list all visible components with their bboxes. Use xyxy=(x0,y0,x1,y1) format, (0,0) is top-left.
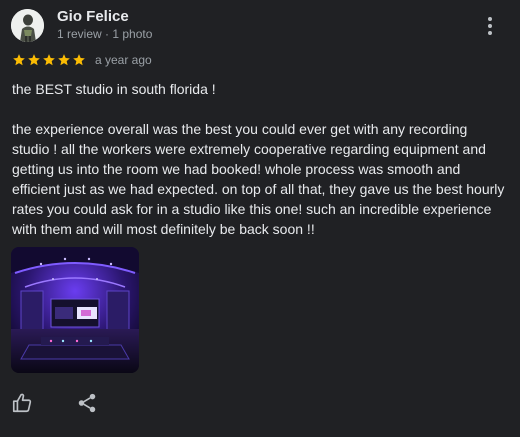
star-icon xyxy=(58,54,70,66)
review-paragraph-2: the experience overall was the best you … xyxy=(12,121,505,237)
studio-photo-image xyxy=(11,247,139,373)
star-icon xyxy=(13,54,25,66)
review-paragraph-1: the BEST studio in south florida ! xyxy=(12,81,216,97)
review-text: the BEST studio in south florida ! the e… xyxy=(12,79,507,239)
review-photo[interactable] xyxy=(11,247,139,373)
rating-row: a year ago xyxy=(12,52,152,68)
avatar-image xyxy=(11,9,44,42)
reviewer-meta: 1 review · 1 photo xyxy=(57,27,153,41)
reviewer-avatar[interactable] xyxy=(11,9,44,42)
star-rating xyxy=(12,53,86,67)
reviewer-name[interactable]: Gio Felice xyxy=(57,8,129,25)
share-icon[interactable] xyxy=(76,392,98,414)
review-card: Gio Felice 1 review · 1 photo a year ago… xyxy=(0,0,520,437)
star-icon xyxy=(43,54,55,66)
star-icon xyxy=(28,54,40,66)
thumbs-up-icon[interactable] xyxy=(11,392,33,414)
review-date: a year ago xyxy=(95,53,152,67)
star-icon xyxy=(73,54,85,66)
more-vertical-icon[interactable] xyxy=(478,12,502,40)
